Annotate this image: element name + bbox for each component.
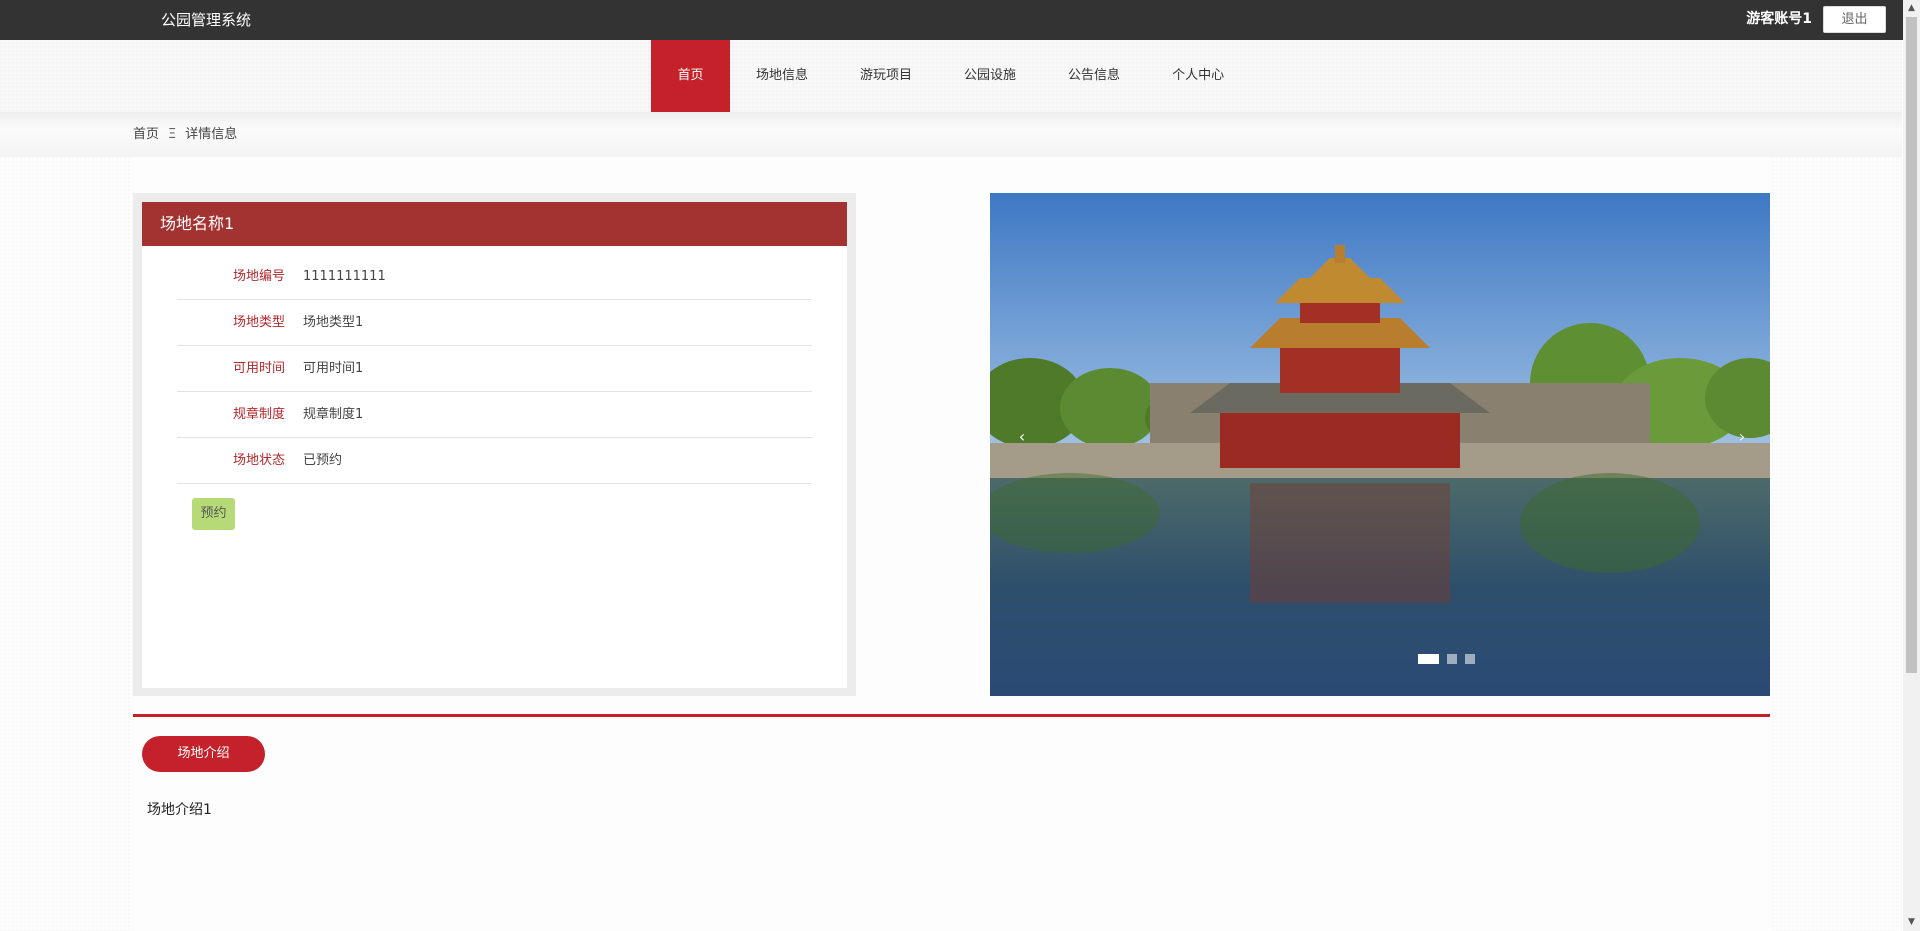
field-label: 场地编号 <box>232 269 285 284</box>
carousel-dot[interactable] <box>1447 654 1457 664</box>
carousel-image <box>990 193 1770 696</box>
detail-row: 规章制度 规章制度1 <box>177 392 812 438</box>
field-label: 规章制度 <box>232 407 285 422</box>
breadcrumb-home[interactable]: 首页 <box>133 127 159 142</box>
field-value: 已预约 <box>303 453 343 468</box>
nav-item-personal-center[interactable]: 个人中心 <box>1146 40 1250 112</box>
tab-venue-intro[interactable]: 场地介绍 <box>142 736 265 772</box>
nav-item-announcements[interactable]: 公告信息 <box>1042 40 1146 112</box>
field-value: 规章制度1 <box>303 407 364 422</box>
carousel-dot[interactable] <box>1465 654 1475 664</box>
carousel-dot[interactable] <box>1418 654 1439 664</box>
book-button[interactable]: 预约 <box>192 498 235 530</box>
nav-item-facilities[interactable]: 公园设施 <box>938 40 1042 112</box>
field-label: 场地状态 <box>232 453 285 468</box>
detail-title: 场地名称1 <box>142 202 847 246</box>
field-value: 场地类型1 <box>303 315 364 330</box>
scroll-down-icon[interactable]: ▼ <box>1903 914 1920 931</box>
app-title: 公园管理系统 <box>161 11 252 29</box>
top-bar: 公园管理系统 游客账号1 退出 <box>0 0 1920 40</box>
nav-item-attractions[interactable]: 游玩项目 <box>834 40 938 112</box>
breadcrumb-separator: Ξ <box>168 127 177 142</box>
carousel-prev-button[interactable]: ‹ <box>1010 425 1034 449</box>
nav-item-home[interactable]: 首页 <box>651 40 730 112</box>
carousel-indicators <box>1418 654 1475 664</box>
field-value: 1111111111 <box>303 269 386 284</box>
detail-row: 场地状态 已预约 <box>177 438 812 484</box>
main-nav: 首页 场地信息 游玩项目 公园设施 公告信息 个人中心 <box>0 40 1902 112</box>
logout-button[interactable]: 退出 <box>1823 6 1886 33</box>
venue-intro-text: 场地介绍1 <box>147 802 212 818</box>
user-name[interactable]: 游客账号1 <box>1746 0 1812 40</box>
image-carousel[interactable]: ‹ › <box>990 193 1770 696</box>
scroll-up-icon[interactable]: ▲ <box>1903 0 1920 17</box>
field-label: 场地类型 <box>232 315 285 330</box>
breadcrumb: 首页 Ξ 详情信息 <box>133 112 237 157</box>
nav-item-venue-info[interactable]: 场地信息 <box>730 40 834 112</box>
scroll-thumb[interactable] <box>1906 17 1917 673</box>
field-label: 可用时间 <box>232 361 285 376</box>
section-divider <box>133 714 1770 717</box>
detail-row: 可用时间 可用时间1 <box>177 346 812 392</box>
detail-row: 场地类型 场地类型1 <box>177 300 812 346</box>
carousel-next-button[interactable]: › <box>1730 425 1754 449</box>
detail-row: 场地编号 1111111111 <box>177 254 812 300</box>
breadcrumb-current: 详情信息 <box>185 127 238 142</box>
field-value: 可用时间1 <box>303 361 364 376</box>
page-scrollbar[interactable]: ▲ ▼ <box>1903 0 1920 931</box>
breadcrumb-bar: 首页 Ξ 详情信息 <box>0 112 1902 157</box>
